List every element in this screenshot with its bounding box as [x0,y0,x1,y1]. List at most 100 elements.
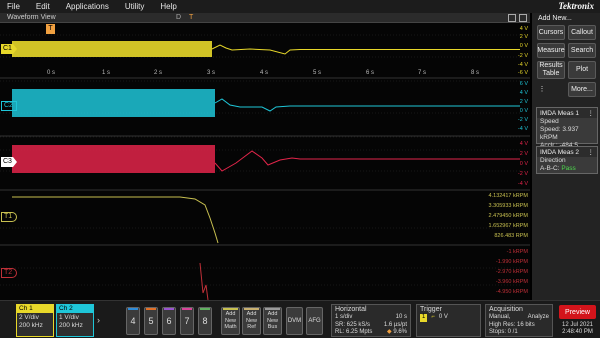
cursors-button[interactable]: Cursors [537,25,565,40]
ch2-badge[interactable]: Ch 2 1 V/div 200 kHz [56,304,94,337]
t2-handle[interactable]: T2 [1,268,17,278]
t1-scale-label: 1.652967 kRPM [488,223,528,229]
ch3-scale-label: 4 V [519,141,528,147]
t2-scale-label: -4.950 kRPM [495,289,528,295]
ch2-scale-label: 2 V [519,99,528,105]
ch2-handle[interactable]: C2 [1,101,17,111]
maximize-icon[interactable] [519,14,527,22]
horizontal-title: Horizontal [335,306,367,313]
sample-rate: SR: 625 kS/s [335,321,371,328]
ch3-signal-band [12,145,215,173]
imda-meas-2-title: IMDA Meas 2 [540,148,580,156]
imda-meas-1-badge[interactable]: IMDA Meas 1 ⋮ Speed Speed: 3.937 kRPM Ac… [536,107,598,157]
ch2-scale-label: 0 V [519,108,528,114]
menu-utility[interactable]: Utility [118,0,154,13]
ch1-bandwidth: 200 kHz [19,322,43,329]
horizontal-badge[interactable]: Horizontal 1 s/div 10 s SR: 625 kS/s 1.6… [331,304,411,337]
meas1-line2: Speed: 3.937 kRPM [540,126,579,141]
ch2-badge-title: Ch 2 [57,305,93,313]
position-icon: ◆ [387,329,392,335]
channel-8-button[interactable]: 8 [198,307,212,335]
t2-scale-label: -1.990 kRPM [495,259,528,265]
menu-edit[interactable]: Edit [29,0,59,13]
ch3-scale-label: 0 V [519,161,528,167]
acquisition-title: Acquisition [489,306,523,313]
more-button[interactable]: More... [568,82,596,97]
time-label: 0 s [47,70,56,76]
trigger-edge-icon: ⌐ [431,314,435,320]
chevron-right-icon[interactable]: › [97,315,107,325]
preview-button[interactable]: Preview [559,305,596,319]
add-new-bus-button[interactable]: Add New Bus [263,307,282,335]
acquisition-badge[interactable]: Acquisition Manual, Analyze High Res: 16… [485,304,553,337]
ch1-scale-label: 2 V [519,34,528,40]
meas1-line1: Speed [540,118,559,125]
time-label: 6 s [366,70,375,76]
acq-analyze: Analyze [527,314,549,320]
trigger-title: Trigger [420,306,442,313]
restore-icon[interactable] [508,14,516,22]
t1-handle[interactable]: T1 [1,212,17,222]
time-label: 3 s [207,70,216,76]
horizontal-delay-icon[interactable]: D [176,14,181,22]
waveform-view-bar: Waveform View T D [0,13,530,23]
channel-7-button[interactable]: 7 [180,307,194,335]
menu-applications[interactable]: Applications [59,0,118,13]
ch3-scale-label: 2 V [519,151,528,157]
ch1-scale-label: -4 V [517,62,528,68]
horizontal-position: 9.6% [393,329,407,335]
add-new-math-button[interactable]: Add New Math [221,307,240,335]
imda-meas-1-title: IMDA Meas 1 [540,109,580,117]
ch1-scale-label: -2 V [517,53,528,59]
ch2-scale-label: -2 V [517,117,528,123]
dvm-button[interactable]: DVM [286,307,303,335]
date-time: 12 Jul 2021 2:48:40 PM [557,322,598,336]
t2-scale-label: -3.960 kRPM [495,279,528,285]
channel-6-button[interactable]: 6 [162,307,176,335]
measure-button[interactable]: Measure [537,43,565,58]
ch2-scale-label: -4 V [517,126,528,132]
meas2-pass-status: Pass [561,165,576,172]
ch1-signal-band [12,41,212,57]
horizontal-record: 10 s [395,314,407,320]
plot-button[interactable]: Plot [568,61,596,79]
brand-logo: Tektronix [558,1,594,11]
time-label: 4 s [260,70,269,76]
ch2-scale-label: 6 V [519,81,528,87]
time-label: 1 s [102,70,111,76]
results-panel: Add New... Cursors Callout Measure Searc… [532,13,600,300]
callout-button[interactable]: Callout [568,25,596,40]
acq-mode: Manual, [489,314,511,320]
waveform-view-title: Waveform View [7,14,56,21]
channel-4-button[interactable]: 4 [126,307,140,335]
menu-bar: File Edit Applications Utility Help Tekt… [0,0,600,13]
t2-trace [199,262,209,300]
ch3-scale-label: -4 V [517,181,528,187]
vertical-scale-labels: 4 V 2 V 0 V -2 V -4 V -6 V 6 V 4 V 2 V 0… [468,23,528,300]
record-length: RL: 6.25 Mpts [335,329,373,335]
badge-menu-icon[interactable]: ⋮ [588,109,595,117]
menu-file[interactable]: File [0,0,29,13]
waveform-plot[interactable]: T 0 s 1 s 2 s 3 s 4 s 5 s 6 s 7 s 8 s C1… [0,23,530,300]
date-text: 12 Jul 2021 [561,322,594,328]
meas2-label: A-B-C: [540,165,560,172]
channel-5-button[interactable]: 5 [144,307,158,335]
badge-menu-icon[interactable]: ⋮ [588,148,595,156]
ch1-scale-label: 4 V [519,26,528,32]
ch1-badge[interactable]: Ch 1 2 V/div 200 kHz [16,304,54,337]
t1-scale-label: 826.483 RPM [494,233,528,239]
menu-help[interactable]: Help [153,0,185,13]
imda-meas-2-badge[interactable]: IMDA Meas 2 ⋮ Direction A-B-C: Pass [536,146,598,174]
trigger-marker[interactable]: T [46,24,55,34]
results-table-button[interactable]: Results Table [537,61,565,79]
afg-button[interactable]: AFG [306,307,323,335]
ch2-bandwidth: 200 kHz [59,322,83,329]
trigger-position-icon[interactable]: T [189,14,193,22]
ch2-scale: 1 V/div [59,314,79,321]
search-button[interactable]: Search [568,43,596,58]
add-new-ref-button[interactable]: Add New Ref [242,307,261,335]
t1-trace [12,196,219,244]
waveform-svg [0,34,530,300]
t1-scale-label: 2.479450 kRPM [488,213,528,219]
trigger-badge[interactable]: Trigger 1 ⌐ 0 V [416,304,481,337]
